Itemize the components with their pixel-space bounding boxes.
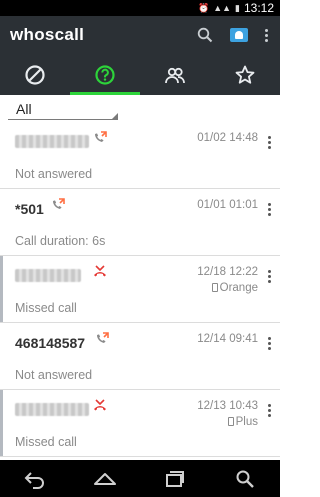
search-icon — [197, 27, 213, 43]
system-nav-bar — [0, 460, 280, 497]
app-title: whoscall — [10, 25, 85, 44]
status-bar: ⏰ ▲▲ ▮ 13:12 — [0, 0, 280, 16]
alarm-icon: ⏰ — [197, 2, 210, 13]
signal-icon: ▲▲ — [213, 3, 232, 13]
dropdown-corner-icon — [112, 113, 118, 119]
more-vert-icon — [267, 404, 271, 407]
question-icon — [95, 64, 115, 85]
nav-home-button[interactable] — [85, 464, 125, 494]
app-bar: whoscall — [0, 16, 280, 54]
more-vert-icon — [267, 337, 271, 340]
call-status: Missed call — [15, 301, 77, 315]
call-status: Missed call — [15, 435, 77, 449]
phone-icon — [227, 417, 234, 426]
carrier-name: Orange — [219, 282, 258, 294]
more-options-button[interactable] — [256, 16, 276, 54]
nav-back-button[interactable] — [15, 464, 55, 494]
more-vert-icon — [267, 270, 271, 273]
call-log-row[interactable]: 12/13 10:43 Plus Missed call — [0, 390, 280, 457]
outgoing-call-icon — [51, 198, 65, 214]
nav-search-button[interactable] — [225, 464, 265, 494]
call-carrier: Plus — [227, 416, 258, 428]
home-icon — [94, 472, 116, 485]
phone-icon — [211, 283, 218, 292]
more-vert-icon — [267, 203, 271, 206]
contact-card-button[interactable] — [222, 16, 256, 54]
more-vert-icon — [264, 28, 268, 32]
nav-recents-button[interactable] — [155, 464, 195, 494]
more-vert-icon — [267, 136, 271, 139]
call-date: 01/02 14:48 — [197, 132, 258, 144]
carrier-name: Plus — [235, 416, 258, 428]
back-icon — [24, 471, 44, 489]
missed-call-icon — [93, 265, 107, 281]
row-more-button[interactable] — [266, 136, 272, 149]
call-log-row[interactable]: 01/02 14:48 Not answered — [0, 122, 280, 189]
row-more-button[interactable] — [266, 203, 272, 216]
search-button[interactable] — [188, 16, 222, 54]
row-more-button[interactable] — [266, 337, 272, 350]
masked-contact-name — [15, 135, 89, 148]
battery-icon: ▮ — [235, 2, 240, 13]
contact-card-icon — [230, 28, 248, 42]
call-filter-select[interactable]: All — [8, 98, 118, 120]
recents-icon — [166, 470, 184, 487]
row-more-button[interactable] — [266, 404, 272, 417]
outgoing-call-icon — [95, 332, 109, 348]
call-log-list: 01/02 14:48 Not answered *501 01/01 01:0… — [0, 122, 280, 457]
call-date: 12/14 09:41 — [197, 333, 258, 345]
status-time: 13:12 — [243, 1, 274, 15]
masked-contact-name — [15, 403, 89, 416]
call-log-row[interactable]: 468148587 12/14 09:41 Not answered — [0, 323, 280, 390]
tab-unknown-calls[interactable] — [70, 54, 140, 95]
star-icon — [235, 65, 255, 84]
masked-contact-name — [15, 269, 81, 282]
tab-favorites[interactable] — [210, 54, 280, 95]
call-date: 01/01 01:01 — [197, 199, 258, 211]
filter-selected-value: All — [16, 101, 32, 117]
call-number: *501 — [15, 201, 44, 217]
tab-block[interactable] — [0, 54, 70, 95]
tab-contacts[interactable] — [140, 54, 210, 95]
search-icon — [236, 470, 254, 488]
call-log-row[interactable]: *501 01/01 01:01 Call duration: 6s — [0, 189, 280, 256]
missed-call-icon — [93, 399, 107, 415]
call-status: Not answered — [15, 368, 93, 382]
outgoing-call-icon — [93, 131, 107, 147]
row-more-button[interactable] — [266, 270, 272, 283]
call-status: Call duration: 6s — [15, 234, 106, 248]
block-icon — [25, 64, 45, 85]
call-status: Not answered — [15, 167, 93, 181]
call-date: 12/13 10:43 — [197, 400, 258, 412]
call-number: 468148587 — [15, 335, 86, 351]
call-date: 12/18 12:22 — [197, 266, 258, 278]
tab-bar — [0, 54, 280, 95]
call-carrier: Orange — [211, 282, 258, 294]
call-log-row[interactable]: 12/18 12:22 Orange Missed call — [0, 256, 280, 323]
contacts-icon — [165, 67, 185, 83]
